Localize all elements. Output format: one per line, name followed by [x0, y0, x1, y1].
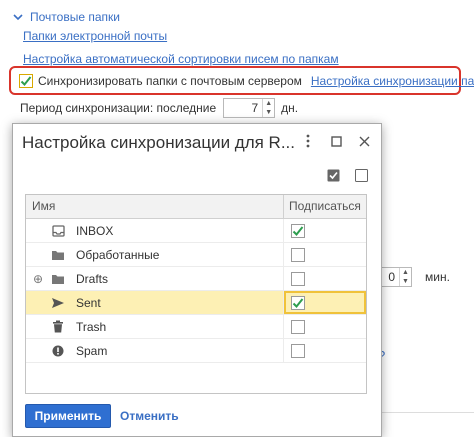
checkmark-icon [292, 225, 304, 236]
uncheck-all-icon [354, 168, 368, 182]
stepper-up-icon[interactable]: ▲ [400, 268, 411, 277]
table-row[interactable]: ⊕ Drafts [26, 267, 366, 291]
subscribe-checkbox[interactable] [291, 223, 305, 238]
apply-button[interactable]: Применить [25, 404, 111, 428]
table-toolbar [325, 167, 369, 183]
stepper-down-icon[interactable]: ▼ [400, 277, 411, 286]
subscribe-cell [284, 339, 366, 362]
table-row[interactable]: Trash [26, 315, 366, 339]
uncheck-all-button[interactable] [353, 167, 369, 183]
close-icon[interactable] [357, 134, 371, 148]
sync-period-row: Период синхронизации: последние 7 ▲ ▼ дн… [20, 98, 298, 118]
drafts-icon [51, 272, 65, 286]
expand-icon[interactable]: ⊕ [31, 272, 45, 286]
row-name-cell: Обработанные [26, 243, 284, 266]
check-all-button[interactable] [325, 167, 341, 183]
sync-settings-link[interactable]: Настройка синхронизации папок [311, 74, 474, 88]
subscribe-checkbox[interactable] [291, 343, 305, 358]
sync-period-label: Период синхронизации: последние [20, 101, 217, 115]
interval-minutes-unit: мин. [425, 270, 450, 284]
sync-folders-label: Синхронизировать папки с почтовым сервер… [38, 73, 302, 88]
folder-icon [51, 248, 65, 262]
group-title: Почтовые папки [30, 10, 120, 24]
sync-settings-dialog: Настройка синхронизации для R... Имя Под… [12, 123, 382, 437]
folder-name: Trash [76, 319, 107, 334]
row-name-cell: ⊕ Drafts [26, 267, 284, 290]
row-name-cell: Spam [26, 339, 284, 362]
checkmark-icon [292, 297, 304, 308]
mail-folders-group-header[interactable]: Почтовые папки [12, 8, 120, 26]
table-row[interactable]: INBOX [26, 219, 366, 243]
dialog-title: Настройка синхронизации для R... [22, 133, 296, 152]
column-header-subscribe[interactable]: Подписаться [284, 195, 366, 218]
column-header-name[interactable]: Имя [26, 195, 284, 218]
subscribe-checkbox[interactable] [291, 271, 305, 286]
subscribe-checkbox[interactable] [291, 295, 305, 310]
sync-period-stepper[interactable]: ▲ ▼ [262, 99, 274, 117]
row-name-cell: Trash [26, 315, 284, 338]
sync-folders-checkbox[interactable] [19, 73, 33, 88]
table-row[interactable]: Spam [26, 339, 366, 363]
subscribe-cell [284, 243, 366, 266]
stepper-down-icon[interactable]: ▼ [263, 108, 274, 117]
cancel-button[interactable]: Отменить [118, 404, 181, 428]
trash-icon [51, 320, 65, 334]
subscribe-checkbox[interactable] [291, 319, 305, 334]
folder-name: INBOX [76, 223, 114, 238]
folder-name: Drafts [76, 271, 109, 286]
table-row[interactable]: Обработанные [26, 243, 366, 267]
divider [376, 412, 474, 413]
folder-name: Sent [76, 295, 101, 310]
folder-name: Spam [76, 343, 108, 358]
checkmark-icon [20, 75, 32, 86]
sync-period-value[interactable]: 7 [224, 99, 262, 117]
inbox-icon [51, 224, 65, 238]
stepper-up-icon[interactable]: ▲ [263, 99, 274, 108]
maximize-icon[interactable] [329, 134, 343, 148]
mail-folders-link[interactable]: Папки электронной почты [23, 29, 167, 43]
dialog-window-controls [301, 134, 371, 148]
spam-icon [51, 344, 65, 358]
sync-period-input[interactable]: 7 ▲ ▼ [223, 98, 276, 118]
sync-period-unit: дн. [281, 101, 299, 115]
row-name-cell: Sent [26, 291, 284, 314]
sent-icon [51, 296, 65, 310]
check-all-icon [327, 169, 339, 181]
folders-table: Имя Подписаться INBOX Обработанные ⊕ Dra… [25, 194, 367, 394]
subscribe-cell [284, 315, 366, 338]
folder-name: Обработанные [76, 247, 160, 262]
more-options-icon[interactable] [301, 134, 315, 148]
subscribe-checkbox[interactable] [291, 247, 305, 262]
interval-minutes-stepper[interactable]: ▲ ▼ [399, 268, 411, 286]
chevron-down-icon [13, 14, 23, 21]
auto-sort-settings-link[interactable]: Настройка автоматической сортировки писе… [23, 52, 339, 66]
row-name-cell: INBOX [26, 219, 284, 242]
subscribe-cell [284, 291, 366, 314]
subscribe-cell [284, 267, 366, 290]
table-row-selected[interactable]: Sent [26, 291, 366, 315]
subscribe-cell [284, 219, 366, 242]
table-header: Имя Подписаться [26, 195, 366, 219]
sync-folders-row: Синхронизировать папки с почтовым сервер… [9, 66, 474, 95]
